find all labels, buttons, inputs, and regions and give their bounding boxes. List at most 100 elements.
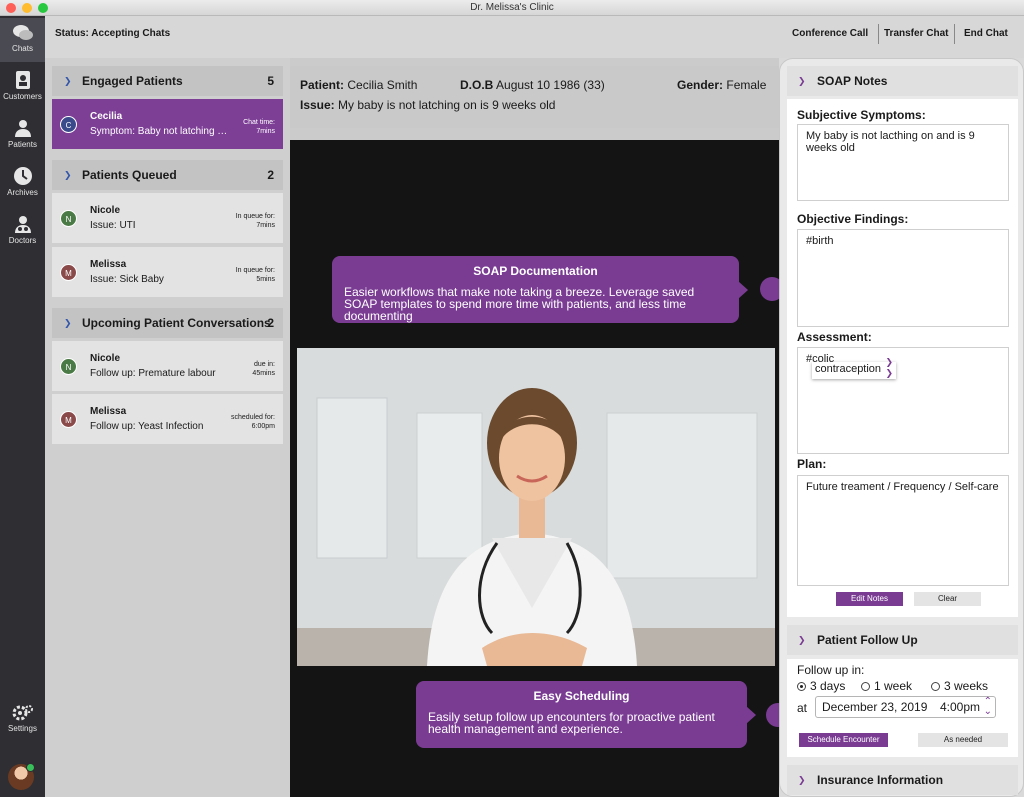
id-badge-icon [15,71,30,89]
time-value: 4:00pm [940,700,981,714]
patient-follow-up-header[interactable]: ❯ Patient Follow Up [787,625,1018,655]
avatar: N [60,358,77,375]
patients-queued-title: Patients Queued [82,168,177,182]
dob-value: August 10 1986 (33) [496,78,605,92]
plan-field[interactable]: Future treament / Frequency / Self-care [797,475,1009,586]
objective-field[interactable]: #birth [797,229,1009,327]
option-3-days[interactable]: 3 days [797,679,845,693]
gender-label: Gender: [677,78,724,92]
queued-patient-card[interactable]: N Nicole Issue: UTI In queue for: 7mins [52,193,283,243]
callout-arrow [738,280,748,299]
stepper-down-icon[interactable]: ⌄ [984,702,992,722]
avatar: M [60,264,77,281]
meta-label: In queue for: [235,267,275,274]
avatar: M [60,411,77,428]
patient-name-label: Patient: [300,78,345,92]
meta-label: Chat time: [243,119,275,126]
chevron-down-icon: ❯ [798,635,806,645]
soap-documentation-callout: SOAP Documentation Easier workflows that… [332,256,748,323]
transfer-chat-button[interactable]: Transfer Chat [884,28,948,39]
upcoming-patient-card[interactable]: N Nicole Follow up: Premature labour due… [52,341,283,391]
nav-chats[interactable]: Chats [0,18,45,62]
assessment-label: Assessment: [797,330,872,344]
nav-archives[interactable]: Archives [0,162,45,206]
issue-label: Issue: [300,98,335,112]
clear-button[interactable]: Clear [914,592,981,606]
meta-value: 6:00pm [251,423,275,430]
issue-field: Issue: My baby is not latching on is 9 w… [300,98,555,112]
doctor-video-feed [297,348,775,666]
minimize-window-button[interactable] [22,3,32,13]
edit-notes-button[interactable]: Edit Notes [836,592,903,606]
insurance-title: Insurance Information [817,773,944,787]
engaged-count: 5 [267,74,274,88]
schedule-encounter-button[interactable]: Schedule Encounter [799,733,888,747]
user-avatar[interactable] [8,763,35,790]
upcoming-conversations-header[interactable]: ❯ Upcoming Patient Conversations 2 [52,308,283,338]
nav-settings-label: Settings [8,724,37,733]
patients-queued-header[interactable]: ❯ Patients Queued 2 [52,160,283,190]
icon-sidebar: Chats Customers Patients Archives Doctor… [0,16,45,797]
window-controls [6,3,48,13]
engaged-patient-card[interactable]: C Cecilia Symptom: Baby not latching on … [52,99,283,149]
nav-customers-label: Customers [3,92,42,101]
option-label: 3 days [810,679,846,693]
gears-icon [12,705,33,721]
option-label: 3 weeks [944,679,989,693]
chat-bubbles-icon [12,25,33,40]
follow-up-title: Patient Follow Up [817,633,918,647]
nav-settings[interactable]: Settings [0,704,45,740]
patient-issue: Symptom: Baby not latching on is 9 weeks… [90,126,230,137]
patient-name-field: Patient: Cecilia Smith [300,78,417,92]
option-3-weeks[interactable]: 3 weeks [931,679,988,693]
nav-patients[interactable]: Patients [0,114,45,158]
chevron-down-icon: ❯ [64,170,72,180]
toolbar-divider [878,24,879,44]
patient-issue: Issue: UTI [90,220,136,231]
patient-name: Cecilia [90,111,123,122]
option-1-week[interactable]: 1 week [861,679,912,693]
chevron-down-icon: ❯ [798,775,806,785]
end-chat-button[interactable]: End Chat [964,28,1008,39]
avatar: C [60,116,77,133]
clock-icon [13,167,32,185]
nav-doctors-label: Doctors [8,236,37,245]
close-window-button[interactable] [6,3,16,13]
follow-up-prompt: Follow up in: [797,663,865,677]
callout-arrow [746,705,756,724]
upcoming-conversations-title: Upcoming Patient Conversations [82,316,271,330]
subjective-field[interactable]: My baby is not lacthing on and is 9 week… [797,124,1009,201]
soap-notes-header[interactable]: ❯ SOAP Notes [787,66,1018,96]
toolbar-divider [954,24,955,44]
upcoming-patient-card[interactable]: M Melissa Follow up: Yeast Infection sch… [52,394,283,444]
nav-doctors[interactable]: Doctors [0,210,45,254]
date-time-picker[interactable]: December 23, 2019 4:00pm ⌃ ⌄ [815,696,996,718]
radio-icon [861,682,870,691]
queued-patient-card[interactable]: M Melissa Issue: Sick Baby In queue for:… [52,247,283,297]
autocomplete-suggestion[interactable]: contraception ❯ ❯ [812,357,896,379]
nav-patients-label: Patients [8,140,37,149]
subjective-label: Subjective Symptoms: [797,108,926,122]
online-status-dot [26,763,35,772]
zoom-window-button[interactable] [38,3,48,13]
option-label: 1 week [874,679,913,693]
insurance-information-header[interactable]: ❯ Insurance Information [787,765,1018,795]
assessment-field[interactable]: #colic contraception ❯ ❯ [797,347,1009,454]
meta-value: 7mins [256,222,275,229]
suggestion-text: contraception [815,363,882,375]
radio-icon [931,682,940,691]
patient-name: Nicole [90,205,121,216]
status-text: Status: Accepting Chats [55,28,171,39]
engaged-patients-header[interactable]: ❯ Engaged Patients 5 [52,66,283,96]
conference-call-button[interactable]: Conference Call [792,28,868,39]
radio-selected-icon [797,682,806,691]
nav-archives-label: Archives [7,188,38,197]
meta-value: 7mins [256,128,275,135]
as-needed-button[interactable]: As needed [918,733,1008,747]
queued-count: 2 [267,168,274,182]
nav-customers[interactable]: Customers [0,66,45,110]
dob-field: D.O.B August 10 1986 (33) [460,78,605,92]
top-bar: Status: Accepting Chats Conference Call … [45,16,1024,58]
soap-callout-text: Easier workflows that make note taking a… [344,285,695,323]
follow-up-form: Follow up in: 3 days 1 week 3 weeks at D… [787,659,1018,757]
